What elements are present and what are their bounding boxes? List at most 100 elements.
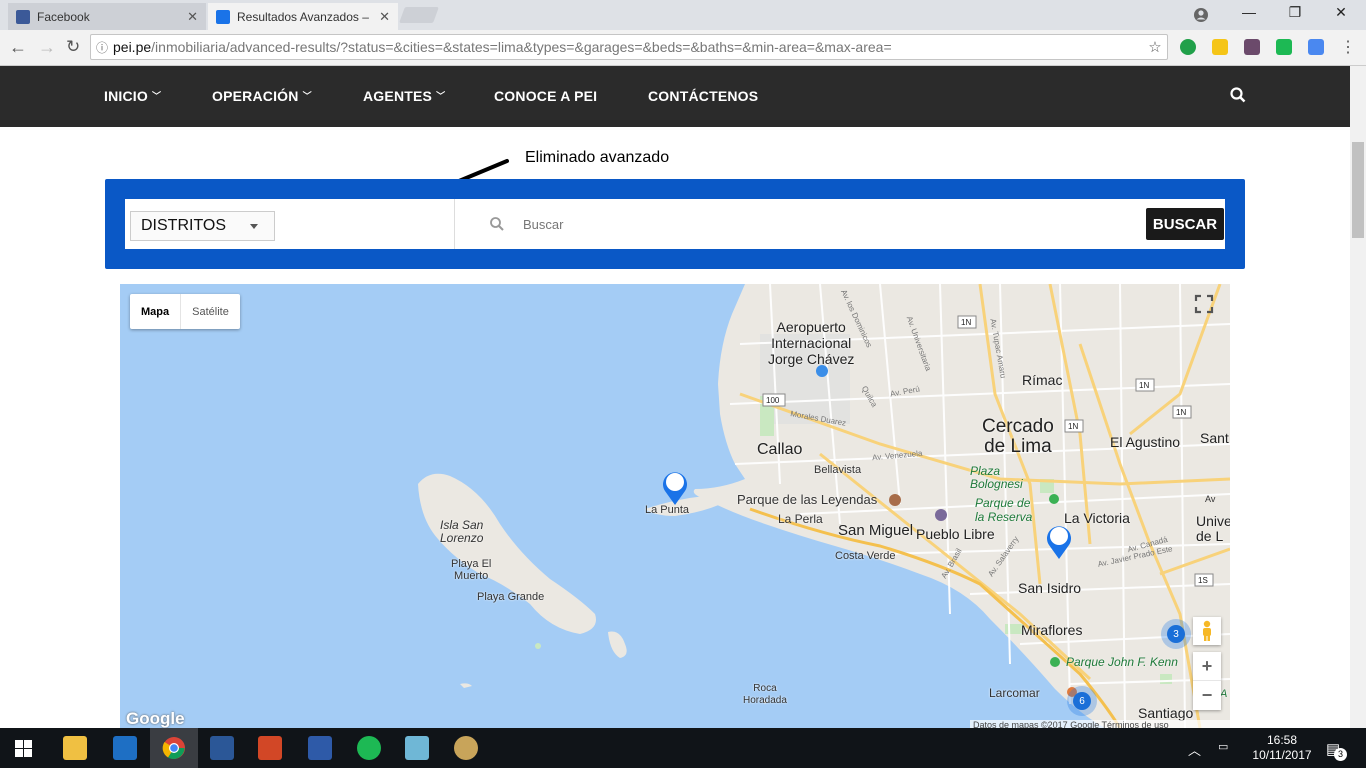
forward-button[interactable]: →	[38, 37, 56, 58]
windows-start-icon[interactable]	[15, 740, 32, 757]
property-pin-icon[interactable]	[660, 467, 690, 507]
route-shield: 1S	[1198, 576, 1208, 585]
minimize-button[interactable]: —	[1226, 4, 1272, 20]
info-icon[interactable]: ⓘ	[91, 39, 113, 56]
tab-title: Facebook	[37, 9, 90, 24]
tab-strip: Facebook ✕ Resultados Avanzados – ( ✕ — …	[0, 0, 1366, 30]
property-pin-icon[interactable]	[1044, 521, 1074, 561]
nav-agentes[interactable]: AGENTES ﹀	[363, 88, 445, 104]
districts-label: DISTRITOS	[141, 217, 227, 234]
site-navbar: INICIO ﹀ OPERACIÓN ﹀ AGENTES ﹀ CONOCE A PEI…	[0, 66, 1350, 127]
map-view[interactable]: Aeropuerto Internacional Jorge Chávez Ríma…	[120, 284, 1230, 728]
google-logo: Google	[126, 709, 185, 728]
close-window-button[interactable]: ✕	[1318, 4, 1364, 21]
address-bar[interactable]: ⓘ pei.pe/inmobiliaria/advanced-results/?…	[90, 34, 1168, 60]
menu-icon[interactable]: ⋮	[1340, 37, 1356, 57]
extension-sheets-icon[interactable]	[1276, 39, 1292, 55]
visio-icon[interactable]	[308, 736, 332, 760]
tab-title: Resultados Avanzados – (	[237, 9, 374, 24]
facebook-icon	[16, 9, 30, 24]
outlook-icon[interactable]	[113, 736, 137, 760]
route-shield: 1N	[1139, 381, 1150, 390]
map-label-parque-leyendas: Parque de las Leyendas	[737, 492, 878, 507]
map-label-la-perla: La Perla	[778, 512, 823, 526]
caret-down-icon	[250, 224, 258, 229]
map-label-santa: Sant	[1200, 430, 1229, 446]
map-label-rimac: Rímac	[1022, 372, 1063, 388]
road-label: Av	[1205, 494, 1216, 504]
nav-contactenos[interactable]: CONTÁCTENOS	[648, 88, 758, 104]
route-shield: 100	[766, 396, 780, 405]
annotation-text: Eliminado avanzado	[525, 149, 670, 166]
translate-icon[interactable]	[1308, 39, 1324, 55]
street-view-pegman-icon[interactable]	[1193, 617, 1221, 645]
map-type-control: Mapa Satélite	[130, 294, 240, 329]
cluster-count: 3	[1167, 625, 1185, 643]
page-content: INICIO ﹀ OPERACIÓN ﹀ AGENTES ﹀ CONOCE A PEI…	[0, 66, 1350, 728]
map-type-mapa-button[interactable]: Mapa	[130, 294, 182, 329]
powerpoint-icon[interactable]	[258, 736, 282, 760]
districts-dropdown[interactable]: DISTRITOS	[130, 211, 275, 241]
map-label-miraflores: Miraflores	[1021, 622, 1083, 638]
tab-resultados[interactable]: Resultados Avanzados – ( ✕	[208, 3, 398, 30]
nav-operacion[interactable]: OPERACIÓN ﹀	[212, 88, 312, 104]
close-tab-icon[interactable]: ✕	[187, 9, 198, 25]
back-button[interactable]: ←	[9, 37, 27, 58]
zoom-out-button[interactable]: −	[1193, 681, 1221, 710]
notes-app-icon[interactable]	[405, 736, 429, 760]
restore-button[interactable]: ❐	[1272, 4, 1318, 21]
chevron-down-icon: ﹀	[302, 91, 312, 101]
chrome-icon[interactable]	[162, 736, 186, 760]
map-label-costa-verde: Costa Verde	[835, 550, 896, 562]
battery-icon[interactable]: ▭	[1218, 740, 1228, 753]
map-label-callao: Callao	[757, 441, 803, 458]
map-label-univ: Unive de L	[1196, 513, 1230, 544]
extension-photo-icon[interactable]	[1244, 39, 1260, 55]
search-input[interactable]	[523, 212, 1123, 236]
zoom-in-button[interactable]: +	[1193, 652, 1221, 681]
tab-facebook[interactable]: Facebook ✕	[8, 3, 206, 30]
zoom-control: + −	[1193, 652, 1221, 710]
search-icon[interactable]	[1229, 86, 1247, 104]
paint-icon[interactable]	[454, 736, 478, 760]
marker-cluster[interactable]: 3	[1161, 619, 1191, 649]
extension-notes-icon[interactable]	[1212, 39, 1228, 55]
divider	[454, 199, 455, 249]
scrollbar-thumb[interactable]	[1352, 142, 1364, 238]
map-label-larcomar: Larcomar	[989, 686, 1040, 700]
page-scrollbar[interactable]	[1350, 66, 1366, 728]
route-shield: 1N	[1176, 408, 1187, 417]
buscar-button[interactable]: BUSCAR	[1146, 208, 1224, 240]
profile-icon[interactable]	[1193, 7, 1209, 23]
map-label-roca-horadada: Roca Horadada	[743, 683, 787, 706]
site-favicon-icon	[216, 9, 230, 24]
nav-inicio[interactable]: INICIO ﹀	[104, 88, 161, 104]
map-label-pueblo-libre: Pueblo Libre	[916, 526, 995, 542]
map-label-parque-reserva: Parque de la Reserva	[975, 496, 1033, 524]
url-text: pei.pe/inmobiliaria/advanced-results/?st…	[113, 39, 892, 55]
map-label-santiago: Santiago	[1138, 705, 1194, 721]
nav-conoce-a-pei[interactable]: CONOCE A PEI	[494, 88, 597, 104]
map-attribution[interactable]: Datos de mapas ©2017 Google Términos de …	[970, 720, 1230, 728]
map-type-satellite-button[interactable]: Satélite	[181, 294, 240, 329]
marker-cluster[interactable]: 6	[1067, 686, 1097, 716]
reload-button[interactable]: ↻	[66, 37, 80, 57]
bookmark-star-icon[interactable]: ☆	[1143, 38, 1167, 56]
new-tab-button[interactable]	[399, 7, 439, 23]
map-label-airport: Aeropuerto Internacional Jorge Chávez	[768, 319, 855, 367]
map-label-plaza-bolognesi: Plaza Bolognesi	[970, 464, 1023, 491]
close-tab-icon[interactable]: ✕	[379, 9, 390, 25]
extension-green-icon[interactable]	[1180, 39, 1196, 55]
taskbar-clock[interactable]: 16:58 10/11/2017	[1252, 733, 1312, 763]
word-icon[interactable]	[210, 736, 234, 760]
search-icon	[490, 217, 504, 231]
tray-chevron-icon[interactable]: ︿	[1188, 740, 1201, 759]
spotify-icon[interactable]	[357, 736, 381, 760]
file-explorer-icon[interactable]	[63, 736, 87, 760]
map-label-cercado-de-lima: Cercado de Lima	[982, 416, 1054, 457]
notification-count-badge: 3	[1334, 748, 1347, 761]
browser-toolbar: ← → ↻ ⓘ pei.pe/inmobiliaria/advanced-res…	[0, 30, 1366, 66]
road-label: A	[1220, 688, 1228, 700]
map-label-el-agustino: El Agustino	[1110, 434, 1181, 450]
fullscreen-icon[interactable]	[1192, 292, 1216, 316]
